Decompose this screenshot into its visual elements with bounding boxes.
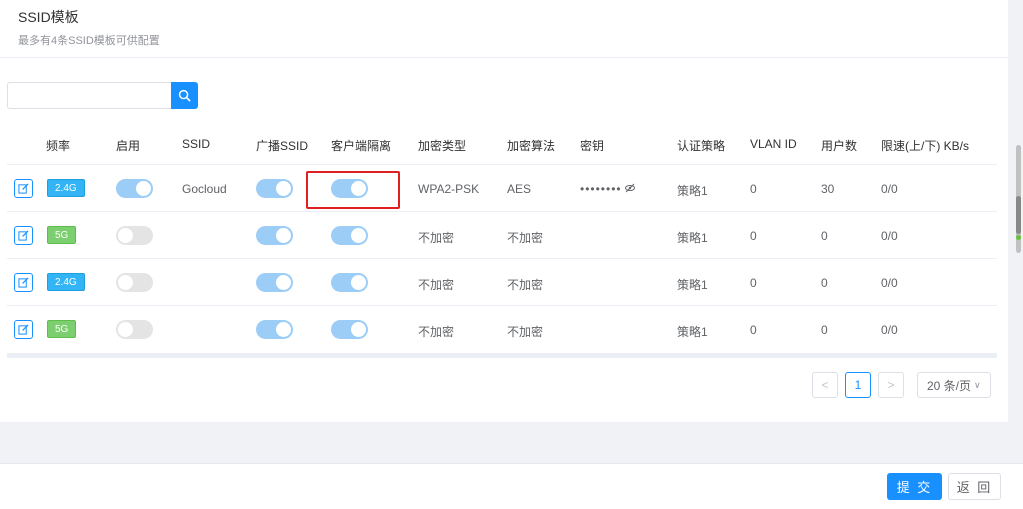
table-row: 5G 不加密 不加密 策略1 0 0 0/0 bbox=[7, 306, 997, 353]
enc-type: WPA2-PSK bbox=[418, 182, 480, 196]
page-size-label: 20 条/页 bbox=[927, 378, 972, 393]
rate-limit: 0/0 bbox=[881, 323, 898, 337]
col-band: 频率 bbox=[46, 139, 71, 153]
table-header: 频率 启用 SSID 广播SSID 客户端隔离 加密类型 加密算法 密钥 认证策… bbox=[7, 123, 997, 165]
ssid-name: Gocloud bbox=[182, 182, 227, 196]
isolation-switch[interactable] bbox=[331, 273, 368, 292]
enc-alg: AES bbox=[507, 182, 532, 196]
enc-alg: 不加密 bbox=[507, 325, 544, 339]
enable-switch[interactable] bbox=[116, 179, 153, 198]
broadcast-switch[interactable] bbox=[256, 179, 293, 198]
page-title: SSID模板 bbox=[18, 9, 79, 25]
chevron-down-icon: ∨ bbox=[974, 379, 981, 390]
col-broadcast: 广播SSID bbox=[256, 139, 309, 153]
col-enc-alg: 加密算法 bbox=[507, 139, 556, 153]
enc-alg: 不加密 bbox=[507, 231, 544, 245]
page-subtitle: 最多有4条SSID模板可供配置 bbox=[18, 35, 160, 47]
enc-alg: 不加密 bbox=[507, 278, 544, 292]
enable-switch[interactable] bbox=[116, 320, 153, 339]
col-rate: 限速(上/下) KB/s bbox=[881, 139, 970, 153]
edit-icon bbox=[18, 183, 29, 194]
col-users: 用户数 bbox=[821, 139, 858, 153]
band-tag: 5G bbox=[47, 226, 77, 244]
broadcast-switch[interactable] bbox=[256, 320, 293, 339]
eye-slash-icon[interactable] bbox=[624, 182, 636, 197]
user-count: 0 bbox=[821, 323, 828, 337]
prev-page-button[interactable]: < bbox=[812, 372, 838, 398]
search-icon bbox=[178, 89, 191, 102]
enc-type: 不加密 bbox=[418, 278, 455, 292]
status-dot bbox=[1016, 235, 1021, 240]
edit-icon bbox=[18, 230, 29, 241]
col-vlan: VLAN ID bbox=[750, 137, 797, 151]
user-count: 30 bbox=[821, 182, 835, 196]
table-row: 2.4G 不加密 不加密 策略1 0 0 0/0 bbox=[7, 259, 997, 306]
search-input[interactable] bbox=[7, 82, 171, 109]
table-row: 5G 不加密 不加密 策略1 0 0 0/0 bbox=[7, 212, 997, 259]
edit-button[interactable] bbox=[14, 320, 33, 339]
ssid-table: 频率 启用 SSID 广播SSID 客户端隔离 加密类型 加密算法 密钥 认证策… bbox=[7, 123, 997, 358]
band-tag: 2.4G bbox=[47, 273, 85, 291]
enable-switch[interactable] bbox=[116, 226, 153, 245]
col-isolation: 客户端隔离 bbox=[331, 139, 392, 153]
vlan-id: 0 bbox=[750, 182, 757, 196]
col-key: 密钥 bbox=[580, 139, 605, 153]
auth-policy: 策略1 bbox=[677, 278, 708, 292]
col-auth: 认证策略 bbox=[677, 139, 726, 153]
table-body: 2.4G Gocloud WPA2-PSK AES •••••••• 策略1 0… bbox=[7, 165, 997, 358]
isolation-switch[interactable] bbox=[331, 226, 368, 245]
footer-bar bbox=[0, 463, 1023, 509]
edit-button[interactable] bbox=[14, 273, 33, 292]
auth-policy: 策略1 bbox=[677, 184, 708, 198]
enable-switch[interactable] bbox=[116, 273, 153, 292]
back-button[interactable]: 返 回 bbox=[948, 473, 1001, 500]
auth-policy: 策略1 bbox=[677, 231, 708, 245]
page-1-button[interactable]: 1 bbox=[845, 372, 871, 398]
user-count: 0 bbox=[821, 229, 828, 243]
scrollbar-thumb-active[interactable] bbox=[1016, 196, 1021, 234]
vlan-id: 0 bbox=[750, 276, 757, 290]
rate-limit: 0/0 bbox=[881, 276, 898, 290]
auth-policy: 策略1 bbox=[677, 325, 708, 339]
rate-limit: 0/0 bbox=[881, 229, 898, 243]
search-bar bbox=[7, 82, 198, 109]
submit-button[interactable]: 提 交 bbox=[887, 473, 942, 500]
page-size-select[interactable]: 20 条/页 ∨ bbox=[917, 372, 991, 398]
isolation-highlight-box bbox=[306, 171, 400, 209]
col-enc-type: 加密类型 bbox=[418, 139, 467, 153]
col-ssid: SSID bbox=[182, 137, 211, 151]
enc-type: 不加密 bbox=[418, 325, 455, 339]
user-count: 0 bbox=[821, 276, 828, 290]
card-header: SSID模板 最多有4条SSID模板可供配置 bbox=[0, 0, 1008, 58]
band-tag: 5G bbox=[47, 320, 77, 338]
vlan-id: 0 bbox=[750, 229, 757, 243]
edit-button[interactable] bbox=[14, 179, 33, 198]
rate-limit: 0/0 bbox=[881, 182, 898, 196]
search-button[interactable] bbox=[171, 82, 198, 109]
enc-type: 不加密 bbox=[418, 231, 455, 245]
broadcast-switch[interactable] bbox=[256, 226, 293, 245]
edit-icon bbox=[18, 277, 29, 288]
edit-icon bbox=[18, 324, 29, 335]
broadcast-switch[interactable] bbox=[256, 273, 293, 292]
vlan-id: 0 bbox=[750, 323, 757, 337]
table-row: 2.4G Gocloud WPA2-PSK AES •••••••• 策略1 0… bbox=[7, 165, 997, 212]
key-value: •••••••• bbox=[580, 182, 622, 196]
next-page-button[interactable]: > bbox=[878, 372, 904, 398]
edit-button[interactable] bbox=[14, 226, 33, 245]
isolation-switch[interactable] bbox=[331, 320, 368, 339]
band-tag: 2.4G bbox=[47, 179, 85, 197]
col-enabled: 启用 bbox=[116, 139, 141, 153]
